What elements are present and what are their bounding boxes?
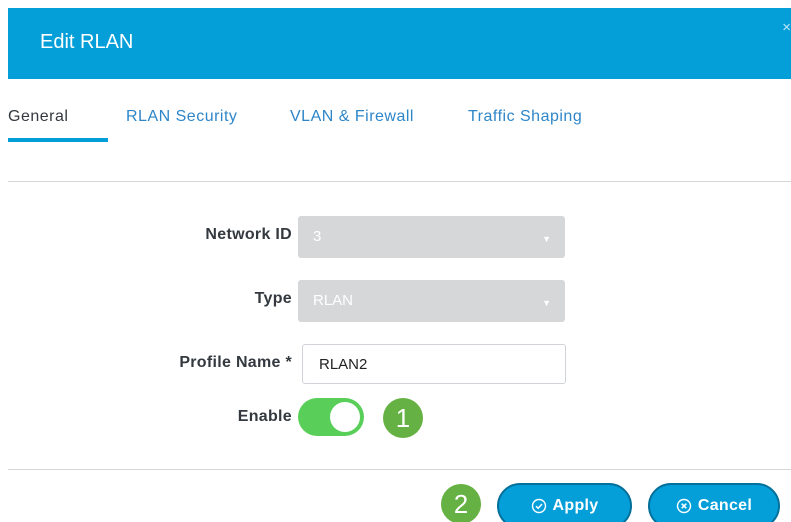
chevron-down-icon: ▼	[542, 234, 551, 244]
cancel-label: Cancel	[697, 497, 753, 514]
x-circle-icon	[676, 498, 692, 514]
type-value: RLAN	[313, 292, 354, 309]
tab-traffic-shaping[interactable]: Traffic Shaping	[468, 104, 582, 140]
enable-toggle[interactable]	[298, 398, 364, 436]
profile-name-input[interactable]	[302, 344, 566, 384]
active-tab-indicator	[8, 138, 108, 142]
check-circle-icon	[531, 498, 546, 514]
chevron-down-icon: ▼	[542, 298, 551, 308]
cancel-button[interactable]: Cancel	[648, 483, 780, 522]
type-label: Type	[254, 290, 292, 307]
network-id-value: 3	[313, 228, 322, 245]
callout-badge-1: 1	[383, 398, 423, 438]
tab-vlan-firewall[interactable]: VLAN & Firewall	[290, 104, 414, 140]
profile-name-label: Profile Name *	[179, 354, 292, 371]
edit-rlan-dialog: Edit RLAN × General RLAN Security VLAN &…	[0, 0, 791, 522]
divider-top	[8, 181, 791, 182]
toggle-knob	[330, 402, 360, 432]
dialog-title: Edit RLAN	[40, 31, 134, 53]
type-select: RLAN ▼	[298, 280, 565, 322]
close-icon[interactable]: ×	[782, 20, 791, 35]
tab-rlan-security[interactable]: RLAN Security	[126, 104, 237, 140]
network-id-select: 3 ▼	[298, 216, 565, 258]
apply-button[interactable]: Apply	[497, 483, 632, 522]
callout-badge-2: 2	[441, 484, 481, 522]
dialog-header: Edit RLAN ×	[8, 8, 791, 79]
enable-label: Enable	[237, 408, 292, 425]
divider-bottom	[8, 469, 791, 470]
apply-label: Apply	[552, 497, 599, 514]
tab-bar: General RLAN Security VLAN & Firewall Tr…	[8, 104, 791, 144]
tab-general[interactable]: General	[8, 104, 68, 140]
network-id-label: Network ID	[205, 226, 292, 243]
